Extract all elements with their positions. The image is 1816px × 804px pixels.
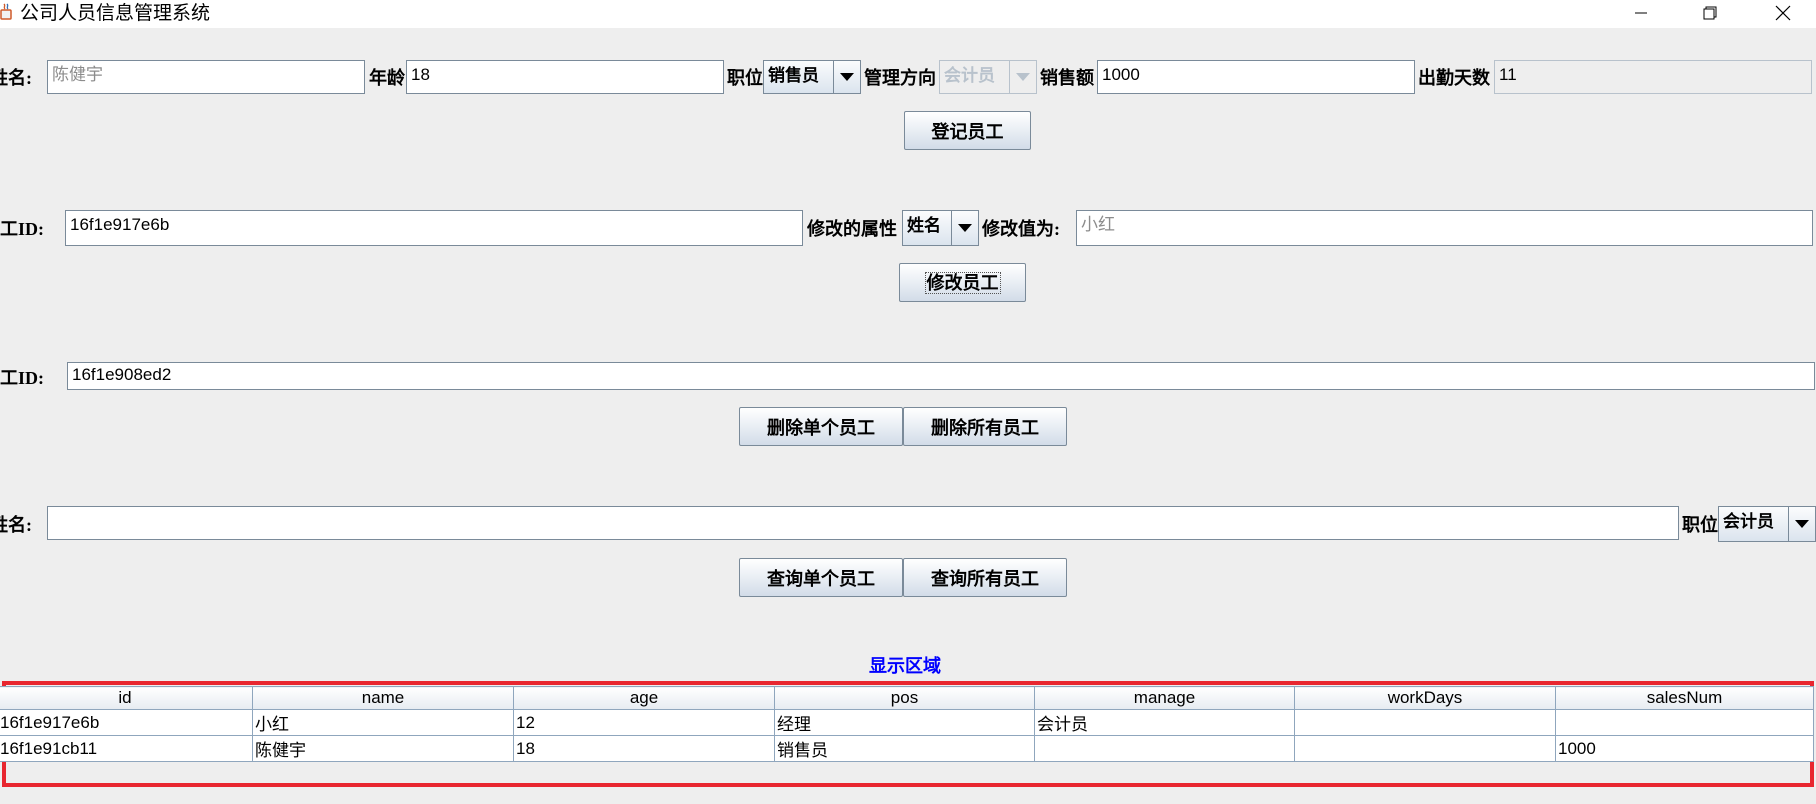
query-position-combo[interactable]: 会计员 <box>1718 506 1816 542</box>
table-cell[interactable] <box>1555 709 1814 736</box>
query-single-button[interactable]: 查询单个员工 <box>739 558 903 597</box>
table-cell[interactable]: 小红 <box>252 709 514 736</box>
modify-employee-button[interactable]: 修改员工 <box>899 263 1026 302</box>
register-workdays-label: 出勤天数 <box>1418 68 1490 88</box>
modify-employee-button-label: 修改员工 <box>924 271 1001 294</box>
modify-attr-label: 修改的属性 <box>807 219 897 239</box>
close-icon <box>1775 5 1791 21</box>
register-manage-label: 管理方向 <box>864 68 936 88</box>
table-header-row: id name age pos manage workDays salesNum <box>0 686 1814 710</box>
chevron-down-icon[interactable] <box>951 211 978 245</box>
display-area-label: 显示区域 <box>869 656 941 676</box>
table-cell[interactable]: 会计员 <box>1034 709 1295 736</box>
column-header[interactable]: name <box>252 686 514 710</box>
modify-attr-value: 姓名 <box>907 216 941 235</box>
delete-single-button[interactable]: 删除单个员工 <box>739 407 903 446</box>
title-bar: 公司人员信息管理系统 <box>0 0 1816 28</box>
modify-newval-input[interactable]: 小红 <box>1076 210 1813 246</box>
table-row[interactable]: 16f1e91cb11 陈健宇 18 销售员 1000 <box>0 735 1814 762</box>
delete-id-label: 员工ID: <box>0 368 44 388</box>
register-sales-label: 销售额 <box>1040 68 1094 88</box>
column-header[interactable]: pos <box>774 686 1035 710</box>
table-cell[interactable] <box>1294 735 1556 762</box>
column-header[interactable]: id <box>0 686 253 710</box>
window-title: 公司人员信息管理系统 <box>20 2 211 24</box>
java-cup-icon <box>0 3 12 20</box>
register-name-label: 姓名: <box>0 68 32 88</box>
table-cell[interactable]: 1000 <box>1555 735 1814 762</box>
maximize-button[interactable] <box>1687 0 1733 26</box>
modify-attr-combo[interactable]: 姓名 <box>902 210 979 246</box>
table-cell[interactable]: 12 <box>513 709 775 736</box>
register-employee-button[interactable]: 登记员工 <box>904 111 1031 150</box>
delete-id-input[interactable]: 16f1e908ed2 <box>67 362 1815 390</box>
query-name-label: 姓名: <box>0 515 32 535</box>
column-header[interactable]: workDays <box>1294 686 1556 710</box>
table-cell[interactable] <box>1034 735 1295 762</box>
chevron-down-icon <box>1009 61 1036 93</box>
chevron-down-icon[interactable] <box>1788 507 1815 541</box>
results-table: id name age pos manage workDays salesNum… <box>0 686 1814 762</box>
register-manage-combo: 会计员 <box>939 60 1037 94</box>
modify-id-label: 员工ID: <box>0 219 44 239</box>
table-cell[interactable]: 18 <box>513 735 775 762</box>
table-cell[interactable]: 陈健宇 <box>252 735 514 762</box>
register-workdays-input: 11 <box>1494 60 1812 94</box>
query-position-label: 职位 <box>1682 515 1718 535</box>
column-header[interactable]: salesNum <box>1555 686 1814 710</box>
register-age-input[interactable]: 18 <box>406 60 724 94</box>
register-position-value: 销售员 <box>768 66 819 85</box>
maximize-icon <box>1703 6 1717 20</box>
minimize-icon <box>1635 12 1647 14</box>
minimize-button[interactable] <box>1618 0 1664 26</box>
register-age-label: 年龄 <box>369 68 405 88</box>
chevron-down-icon[interactable] <box>833 61 860 93</box>
register-sales-input[interactable]: 1000 <box>1097 60 1415 94</box>
close-button[interactable] <box>1760 0 1806 26</box>
delete-all-button[interactable]: 删除所有员工 <box>903 407 1067 446</box>
table-cell[interactable]: 销售员 <box>774 735 1035 762</box>
column-header[interactable]: manage <box>1034 686 1295 710</box>
query-position-value: 会计员 <box>1723 512 1774 531</box>
query-all-button[interactable]: 查询所有员工 <box>903 558 1067 597</box>
modify-newval-label: 修改值为: <box>982 219 1060 239</box>
table-row[interactable]: 16f1e917e6b 小红 12 经理 会计员 <box>0 709 1814 736</box>
register-manage-value: 会计员 <box>944 66 995 85</box>
table-cell[interactable]: 经理 <box>774 709 1035 736</box>
table-cell[interactable]: 16f1e91cb11 <box>0 735 253 762</box>
table-cell[interactable]: 16f1e917e6b <box>0 709 253 736</box>
register-name-input[interactable]: 陈健宇 <box>47 60 365 94</box>
register-position-label: 职位 <box>727 68 763 88</box>
register-position-combo[interactable]: 销售员 <box>763 60 861 94</box>
modify-id-input[interactable]: 16f1e917e6b <box>65 210 803 246</box>
column-header[interactable]: age <box>513 686 775 710</box>
query-name-input[interactable] <box>47 506 1679 540</box>
table-cell[interactable] <box>1294 709 1556 736</box>
